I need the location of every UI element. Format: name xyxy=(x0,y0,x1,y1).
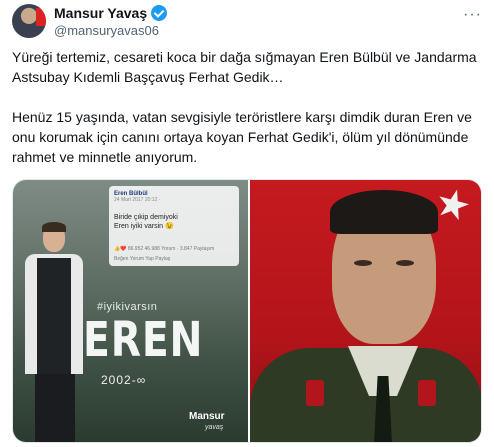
flag-icon xyxy=(36,8,46,26)
tweet-media[interactable]: Eren Bülbül 24 Mart 2017 20:12 · Biride … xyxy=(12,179,482,443)
eye-left xyxy=(354,260,372,266)
facebook-post-card: Eren Bülbül 24 Mart 2017 20:12 · Biride … xyxy=(109,186,239,266)
tweet-header: Mansur Yavaş @mansuryavas06 ··· xyxy=(12,4,482,40)
tweet-paragraph-1: Yüreği tertemiz, cesareti koca bir dağa … xyxy=(12,49,477,85)
media-image-ferhat-gedik[interactable]: ★ xyxy=(250,180,481,442)
eye-right xyxy=(396,260,414,266)
fb-post-text: Biride çıkip demiyoki Eren iyiki varsin … xyxy=(114,213,234,231)
fb-post-stats: 👍❤️ 86.952 46.988 Yorum · 3.847 Paylaşım xyxy=(114,246,214,252)
fb-post-line-2: Eren iyiki varsin 😉 xyxy=(114,223,174,230)
fb-post-line-1: Biride çıkip demiyoki xyxy=(114,214,178,221)
rank-badge-right xyxy=(418,380,436,406)
brand-logo-sub: yavaş xyxy=(205,424,224,431)
name-row: Mansur Yavaş xyxy=(54,4,168,22)
soldier-hair xyxy=(330,190,438,234)
display-name[interactable]: Mansur Yavaş xyxy=(54,5,147,21)
eren-headline: EREN xyxy=(83,312,204,368)
rank-badge-left xyxy=(306,380,324,406)
verified-badge-icon xyxy=(151,5,168,21)
fb-counts: 46.988 Yorum · 3.847 Paylaşım xyxy=(144,246,215,252)
brand-logo: Mansur xyxy=(189,411,225,422)
years-label: 2002-∞ xyxy=(101,373,147,387)
avatar[interactable] xyxy=(12,4,46,38)
media-image-eren[interactable]: Eren Bülbül 24 Mart 2017 20:12 · Biride … xyxy=(13,180,248,442)
fb-post-date: 24 Mart 2017 20:12 · xyxy=(114,197,161,203)
fb-post-actions: Beğen Yorum Yap Paylaş xyxy=(114,256,171,262)
handle[interactable]: @mansuryavas06 xyxy=(54,23,159,38)
tweet-text: Yüreği tertemiz, cesareti koca bir dağa … xyxy=(12,47,482,187)
fb-reactions: 👍❤️ 86.952 xyxy=(114,246,144,252)
boy-figure xyxy=(23,222,83,442)
tweet-paragraph-2: Henüz 15 yaşında, vatan sevgisiyle terör… xyxy=(12,109,472,165)
more-horizontal-icon[interactable]: ··· xyxy=(463,6,482,24)
